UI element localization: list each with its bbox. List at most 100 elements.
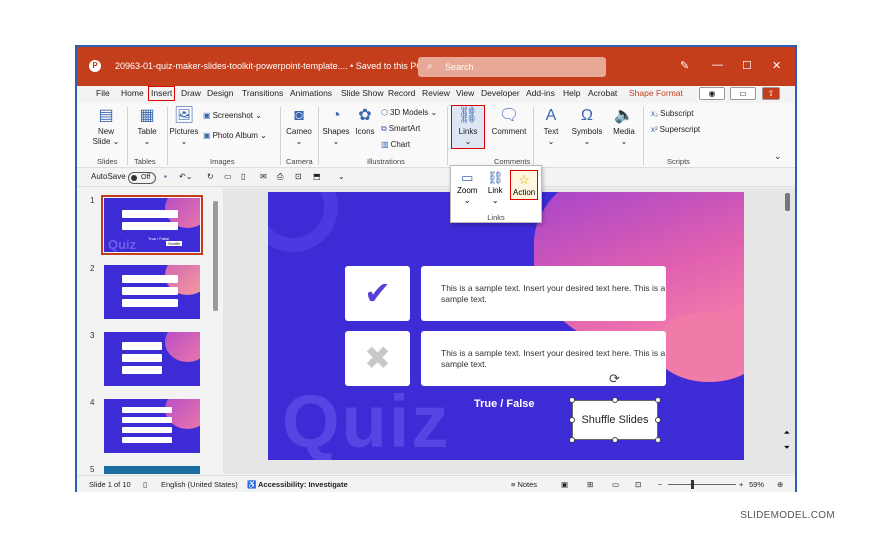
zoom-button[interactable]: ▭ Zoom ⌄ [457,170,477,206]
document-title[interactable]: 20963-01-quiz-maker-slides-toolkit-power… [115,61,433,72]
smartart-button[interactable]: ⧉ SmartArt [381,124,420,134]
slide-thumbnail[interactable] [104,332,200,386]
close-icon[interactable]: ✕ [772,59,781,72]
slide-thumbnail-pane: 1 Quiz True / False Shuffle 2 3 4 5 [77,188,223,474]
photo-album-button[interactable]: ▣ Photo Album ⌄ [203,131,267,140]
tab-design[interactable]: Design [207,88,233,98]
comments-icon[interactable]: ▭ [730,87,756,100]
accessibility-status[interactable]: Accessibility: Investigate [258,480,348,489]
slide-thumbnail[interactable]: Quiz True / False Shuffle [101,195,203,255]
pictures-button[interactable]: 🖼 Pictures ⌄ [169,107,199,147]
minimize-icon[interactable]: — [712,59,723,71]
scroll-down-icon[interactable]: ⏷ [784,443,790,453]
subscript-button[interactable]: x₂ Subscript [651,109,693,118]
text-label: Text ⌄ [543,127,559,146]
comment-button[interactable]: 🗨 Comment [491,107,527,137]
zoom-in-button[interactable]: + [739,480,743,489]
maximize-icon[interactable]: ☐ [742,59,752,72]
pen-icon[interactable]: ✎ [680,59,689,72]
open-icon[interactable]: ▭ [224,172,232,181]
sample-text-1[interactable]: This is a sample text. Insert your desir… [421,266,666,321]
slide-scrollbar[interactable] [785,193,790,211]
ring-decoration [268,192,338,252]
autosave-toggle[interactable]: Off [128,172,156,184]
tab-record[interactable]: Record [388,88,415,98]
table-button[interactable]: ▦ Table ⌄ [132,107,162,147]
tab-developer[interactable]: Developer [481,88,520,98]
rotate-handle-icon[interactable]: ⟳ [609,371,620,387]
media-button[interactable]: 🔈 Media ⌄ [610,107,638,147]
customize-qat-icon[interactable]: ⌄ [338,172,345,181]
new-slide-button[interactable]: ▤ New Slide ⌄ [91,107,121,147]
slide-canvas[interactable]: Quiz ✔ This is a sample text. Insert you… [268,192,744,460]
share-icon[interactable]: ⇧ [762,87,780,100]
tab-shape-format[interactable]: Shape Format [629,88,683,98]
redo-icon[interactable]: ↻ [207,172,214,181]
resize-handle[interactable] [655,437,661,443]
tab-help[interactable]: Help [563,88,580,98]
resize-handle[interactable] [655,417,661,423]
tab-home[interactable]: Home [121,88,144,98]
symbols-button[interactable]: Ω Symbols ⌄ [570,107,604,147]
cameo-button[interactable]: ◙ Cameo ⌄ [283,107,315,147]
sorter-view-icon[interactable]: ⊞ [587,480,593,489]
scroll-up-icon[interactable]: ⏶ [784,428,790,438]
present-icon[interactable]: ⊡ [295,172,302,181]
icons-button[interactable]: ✿ Icons [353,107,377,137]
icons-label: Icons [355,127,375,136]
tab-insert[interactable]: Insert [148,86,176,101]
tab-transitions[interactable]: Transitions [242,88,283,98]
language[interactable]: English (United States) [161,480,238,489]
notes-button[interactable]: ≡ Notes [511,480,537,489]
shape-icon[interactable]: ⬒ [313,172,321,181]
collapse-ribbon-icon[interactable]: ⌄ [774,151,782,162]
tab-acrobat[interactable]: Acrobat [588,88,617,98]
resize-handle[interactable] [612,397,618,403]
zoom-slider[interactable] [668,484,736,485]
fit-slide-icon[interactable]: ⊕ [777,480,783,489]
resize-handle[interactable] [569,397,575,403]
tab-draw[interactable]: Draw [181,88,201,98]
undo-icon[interactable]: ↶⌄ [179,172,192,181]
tab-slide-show[interactable]: Slide Show [341,88,384,98]
slide-thumbnail[interactable] [104,265,200,319]
shuffle-slides-button[interactable]: Shuffle Slides [572,400,658,440]
save-icon[interactable]: ▪ [164,172,167,181]
slide-thumbnail[interactable] [104,399,200,453]
spellcheck-icon[interactable]: ▯ [143,480,147,489]
resize-handle[interactable] [612,437,618,443]
search-input[interactable]: ⌕ Search [418,57,606,77]
superscript-button[interactable]: x² Superscript [651,125,700,134]
tab-animations[interactable]: Animations [290,88,332,98]
zoom-slider-thumb[interactable] [691,480,694,489]
thumb-row [122,299,178,307]
slideshow-view-icon[interactable]: ⊡ [635,480,641,489]
link-button[interactable]: ⛓ Link ⌄ [487,170,504,206]
sample-text-2[interactable]: This is a sample text. Insert your desir… [421,331,666,386]
thumbnail-scrollbar[interactable] [213,201,218,311]
3d-models-button[interactable]: ⬡ 3D Models ⌄ [381,108,437,117]
shapes-button[interactable]: ◔ Shapes ⌄ [321,107,351,147]
icons-icon: ✿ [358,107,372,124]
slide-thumbnail[interactable] [104,466,200,474]
reading-view-icon[interactable]: ▭ [612,480,619,489]
tab-review[interactable]: Review [422,88,450,98]
resize-handle[interactable] [655,397,661,403]
normal-view-icon[interactable]: ▣ [561,480,568,489]
tab-add-ins[interactable]: Add-ins [526,88,555,98]
chart-button[interactable]: ▥ Chart [381,140,410,149]
new-doc-icon[interactable]: ▯ [241,172,245,181]
links-button[interactable]: ⛓ Links ⌄ [453,107,483,147]
text-button[interactable]: A Text ⌄ [539,107,563,147]
zoom-out-button[interactable]: − [658,480,662,489]
tab-file[interactable]: File [96,88,110,98]
screenshot-button[interactable]: ▣ Screenshot ⌄ [203,111,262,120]
resize-handle[interactable] [569,437,575,443]
tab-view[interactable]: View [456,88,474,98]
action-button[interactable]: ☆ Action [510,170,539,200]
zoom-level[interactable]: 59% [749,480,764,489]
resize-handle[interactable] [569,417,575,423]
record-icon[interactable]: ◉ [699,87,725,100]
print-icon[interactable]: ⎙ [277,172,283,182]
mail-icon[interactable]: ✉ [260,172,267,181]
